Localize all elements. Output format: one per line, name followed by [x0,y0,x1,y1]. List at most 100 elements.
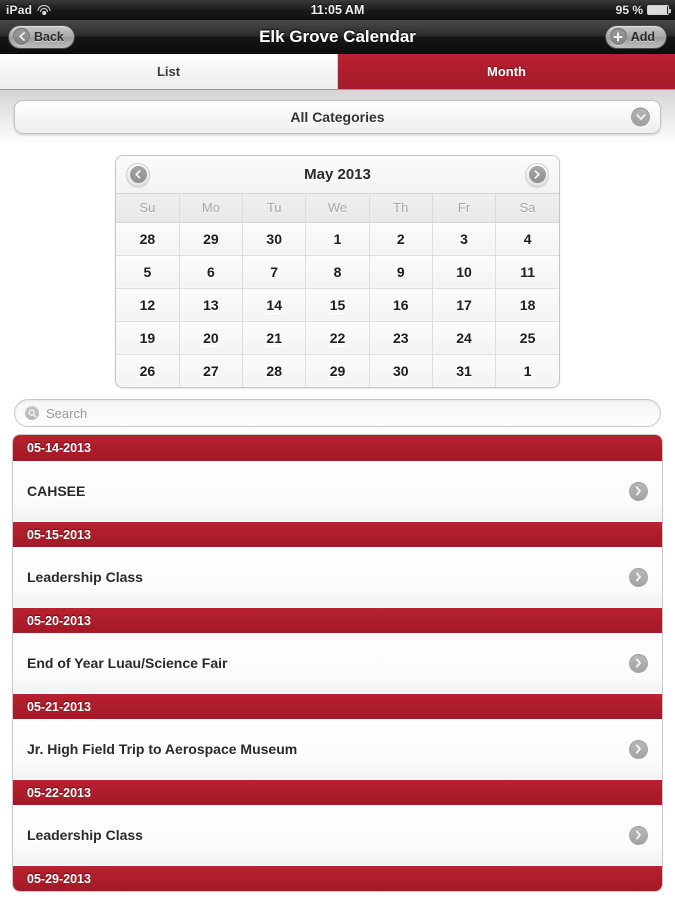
calendar-day-cell[interactable]: 30 [242,222,307,256]
calendar-day-cell[interactable]: 6 [179,255,244,289]
calendar-weekday-th: Th [369,194,433,223]
chevron-right-circle-icon[interactable] [629,739,648,759]
calendar-weekday-su: Su [116,194,180,223]
calendar-day-cell[interactable]: 26 [116,354,180,387]
event-date-label: 05-14-2013 [27,441,91,455]
calendar-day-cell[interactable]: 29 [305,354,370,387]
calendar-day-cell[interactable]: 24 [432,321,497,355]
calendar-day-number: 1 [523,362,532,379]
calendar-weekday-sa: Sa [495,194,559,223]
calendar-day-number: 3 [460,230,468,247]
chevron-left-circle-icon [129,166,147,183]
calendar-day-number: 19 [139,329,156,346]
next-month-button[interactable] [525,162,549,187]
calendar-week-row: 5 6 7 8 9 10 11 [116,255,559,289]
back-button[interactable]: Back [8,24,75,49]
calendar-day-cell[interactable]: 13 [179,288,244,322]
event-title: Leadership Class [27,827,143,843]
calendar-day-cell[interactable]: 16 [369,288,433,322]
event-list-item[interactable]: Jr. High Field Trip to Aerospace Museum [13,719,662,779]
calendar-day-cell[interactable]: 23 [369,321,433,355]
tab-month[interactable]: Month [338,54,675,89]
search-input-placeholder: Search [46,405,88,421]
event-date-header: 05-20-2013 [13,607,662,633]
event-date-label: 05-29-2013 [27,871,91,886]
event-list-item[interactable]: End of Year Luau/Science Fair [13,633,662,693]
calendar-day-cell[interactable]: 17 [432,288,497,322]
calendar-month-title: May 2013 [304,166,371,183]
category-filter-select[interactable]: All Categories [14,100,661,134]
calendar-day-cell[interactable]: 9 [369,255,433,289]
calendar-weekday-header: Su Mo Tu We Th Fr Sa [116,194,559,223]
calendar-day-number: 29 [203,230,219,247]
chevron-right-circle-icon[interactable] [629,567,648,587]
event-date-label: 05-20-2013 [27,613,91,628]
tab-list[interactable]: List [0,54,338,89]
calendar-day-cell[interactable]: 7 [242,255,307,289]
calendar-weekday-we: We [305,194,370,223]
previous-month-button[interactable] [126,162,150,187]
calendar-day-cell[interactable]: 12 [116,288,180,322]
calendar-day-number: 25 [519,329,536,346]
event-list-item[interactable]: Leadership Class [13,805,662,865]
calendar-day-cell[interactable]: 1 [495,354,559,387]
calendar-day-cell[interactable]: 25 [495,321,559,355]
search-field[interactable]: Search [14,399,661,427]
calendar-day-number: 7 [270,263,279,280]
calendar-day-cell[interactable]: 14 [242,288,307,322]
calendar-day-number: 16 [392,296,409,313]
calendar-day-cell[interactable]: 15 [305,288,370,322]
event-date-header: 05-14-2013 [13,435,662,461]
chevron-right-circle-icon[interactable] [629,653,648,673]
calendar-day-cell[interactable]: 10 [432,255,497,289]
calendar-day-cell[interactable]: 8 [305,255,370,289]
calendar-week-row: 19 20 21 22 23 24 25 [116,321,559,355]
calendar-day-cell[interactable]: 19 [116,321,180,355]
calendar-day-cell[interactable]: 22 [305,321,370,355]
calendar-day-cell[interactable]: 31 [432,354,497,387]
event-date-header: 05-21-2013 [13,693,662,719]
event-list-item[interactable]: CAHSEE [13,461,662,521]
calendar-day-cell[interactable]: 21 [242,321,307,355]
page-title: Elk Grove Calendar [259,26,416,46]
calendar-day-cell[interactable]: 2 [369,222,433,256]
calendar-day-number: 24 [456,329,472,346]
calendar-day-number: 8 [333,263,342,280]
calendar-day-number: 20 [203,329,219,347]
calendar-day-cell[interactable]: 5 [116,255,180,289]
search-container: Search [0,388,675,427]
add-button[interactable]: Add [604,24,667,49]
calendar-day-cell[interactable]: 30 [369,354,433,387]
calendar-day-number: 30 [392,362,409,379]
chevron-right-circle-icon[interactable] [629,825,648,845]
event-title: Jr. High Field Trip to Aerospace Museum [27,741,298,757]
calendar-day-number: 4 [523,230,532,247]
event-date-label: 05-15-2013 [27,527,91,542]
calendar-day-number: 31 [456,362,472,379]
calendar-day-number: 29 [329,362,346,380]
status-bar: iPad 11:05 AM 95 % [0,0,675,20]
chevron-down-circle-icon[interactable] [631,107,650,127]
event-date-header: 05-22-2013 [13,779,662,805]
calendar-day-cell[interactable]: 11 [495,255,559,289]
calendar-day-number: 2 [396,230,405,247]
tab-month-label: Month [487,64,526,79]
calendar-weekday-mo: Mo [179,194,244,223]
calendar-day-cell[interactable]: 20 [179,321,244,355]
calendar-day-number: 9 [396,263,405,280]
event-list-item[interactable]: Leadership Class [13,547,662,607]
calendar-day-cell[interactable]: 29 [179,222,244,256]
calendar-day-cell[interactable]: 18 [495,288,559,322]
tab-list-label: List [156,64,181,79]
calendar-day-cell[interactable]: 28 [242,354,307,387]
calendar-day-cell[interactable]: 27 [179,354,244,387]
calendar-day-cell[interactable]: 1 [305,222,370,256]
calendar-day-number: 11 [520,263,535,280]
chevron-right-circle-icon[interactable] [629,481,648,501]
calendar-day-cell[interactable]: 3 [432,222,497,256]
calendar-day-number: 6 [207,263,215,280]
calendar-day-number: 27 [203,362,219,379]
calendar-day-cell[interactable]: 28 [116,222,180,256]
event-title: End of Year Luau/Science Fair [27,655,228,671]
calendar-day-cell[interactable]: 4 [495,222,559,256]
